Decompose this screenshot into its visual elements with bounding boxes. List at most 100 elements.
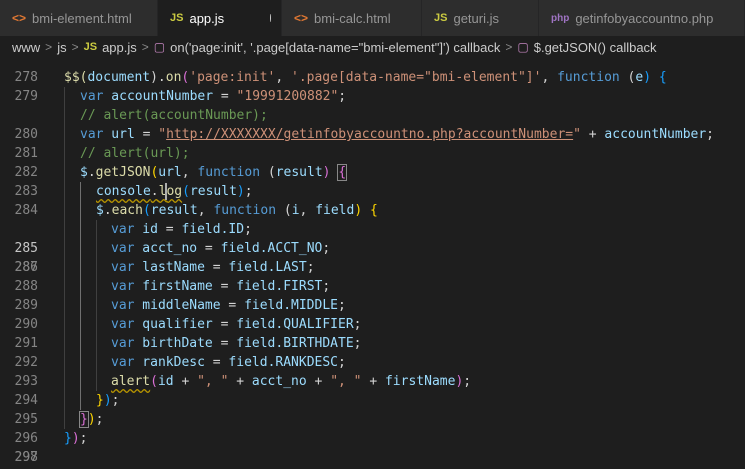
code-token: ( [142,203,151,218]
code-token: result [275,165,323,180]
code-token: ; [79,431,88,446]
code-text: console.log(result); [96,182,253,201]
code-token: id [157,374,174,389]
code-token: on [165,70,182,85]
breadcrumb-subfolder[interactable]: js [57,40,66,55]
code-token: . [103,203,112,218]
indent-guide [64,239,65,258]
indent-guide [96,353,97,372]
code-token: . [150,184,159,199]
code-text: var accountNumber = "19991200882"; [80,87,346,106]
code-token: ) [71,431,80,446]
code-token: .RANKDESC [267,355,339,370]
tab-getinfobyaccountno-php[interactable]: php getinfobyaccountno.php [539,0,745,36]
code-token: ; [706,127,714,142]
indent-guide [96,239,97,258]
code-token: og [166,184,183,199]
breadcrumb-callback-on[interactable]: on('page:init', '.page[data-name="bmi-el… [170,40,500,55]
code-token: var [111,241,135,256]
code-text: $.getJSON(url, function (result) { [80,163,348,182]
code-token: ", " [197,374,229,389]
indent-guide [64,277,65,296]
code-token: . [87,165,96,180]
code-token: field [236,336,276,351]
code-token: = [212,336,237,351]
tab-label: geturi.js [453,10,499,26]
indent-guide [80,372,81,391]
code-line: 286 $.each(result, function (i, field) { [0,201,745,275]
indent-guide [96,277,97,296]
code-token: acct_no [251,374,307,389]
code-token: , [275,70,291,85]
code-token: alert [111,374,151,389]
code-token: firstName [384,374,456,389]
code-token: = [157,222,182,237]
code-token: $ [64,70,72,85]
code-token: , [541,70,558,85]
indent-guide [80,315,81,334]
tab-app-js[interactable]: JS app.js [158,0,282,36]
indent-guide [64,182,65,201]
code-text: var id = field.ID; [111,220,252,239]
breadcrumb-file[interactable]: app.js [102,40,137,55]
code-token: result [150,203,198,218]
tab-bmi-calc-html[interactable]: <> bmi-calc.html [282,0,422,36]
code-line: 278 [0,58,745,85]
code-token: "19991200882" [236,89,339,104]
indent-guide [80,182,81,201]
indent-guide [64,87,65,106]
indent-guide [80,296,81,315]
code-line: 297 }); [0,410,745,465]
code-token: $( [71,70,88,85]
code-token: ; [95,412,104,427]
code-token: lastName [134,260,205,275]
indent-guide [64,353,65,372]
code-line: 283 // alert(url); [0,144,745,199]
code-token: field [181,222,221,237]
code-token: .FIRST [275,279,323,294]
code-text: var lastName = field.LAST; [111,258,315,277]
code-token: $ [80,165,88,180]
code-text: var firstName = field.FIRST; [111,277,330,296]
code-token: , [197,203,214,218]
html-file-icon: <> [294,11,309,25]
code-token: } [64,431,72,446]
code-editor[interactable]: 278 279 $$(document).on('page:init', '.p… [0,58,745,469]
code-token: ; [338,355,346,370]
breadcrumb-folder[interactable]: www [12,40,40,55]
code-token: ( [182,184,190,199]
code-token: ) [643,70,659,85]
indent-guide [80,239,81,258]
code-token: middleName [134,298,221,313]
code-token: var [111,260,135,275]
code-line: 284 $.getJSON(url, function (result) { [0,163,745,218]
code-token: field [315,203,355,218]
code-token: id [134,222,158,237]
code-text: $$(document).on ('page:init', '.page[data… [64,68,667,87]
html-file-icon: <> [12,11,27,25]
code-line: 280 var accountNumber = "19991200882"; [0,87,745,142]
breadcrumb-callback-getjson[interactable]: $.getJSON() callback [534,40,657,55]
indent-guide [80,201,81,220]
code-token: ; [338,89,347,104]
code-token: var [111,317,135,332]
indent-guide [80,353,81,372]
tab-bmi-element-html[interactable]: <> bmi-element.html [0,0,158,36]
indent-guide [80,258,81,277]
code-token: ; [322,241,331,256]
code-token: ) [87,412,96,427]
code-token: result [189,184,237,199]
url-link[interactable]: http://XXXXXXX/getinfobyaccountno.php?ac… [166,127,573,142]
code-line: 285 console.log(result); [0,182,745,256]
code-token: getJSON [95,165,151,180]
code-token: = [212,317,237,332]
code-token: ( [276,203,292,218]
code-text: }); [79,410,104,429]
code-line: 295 alert(id + ", " + acct_no + ", " + f… [0,372,745,427]
tab-geturi-js[interactable]: JS geturi.js [422,0,539,36]
chevron-right-icon: > [141,40,149,54]
code-token: field [236,279,276,294]
code-token: .MIDDLE [283,298,338,313]
unsaved-dot-icon[interactable] [270,14,271,22]
indent-guide [64,372,65,391]
